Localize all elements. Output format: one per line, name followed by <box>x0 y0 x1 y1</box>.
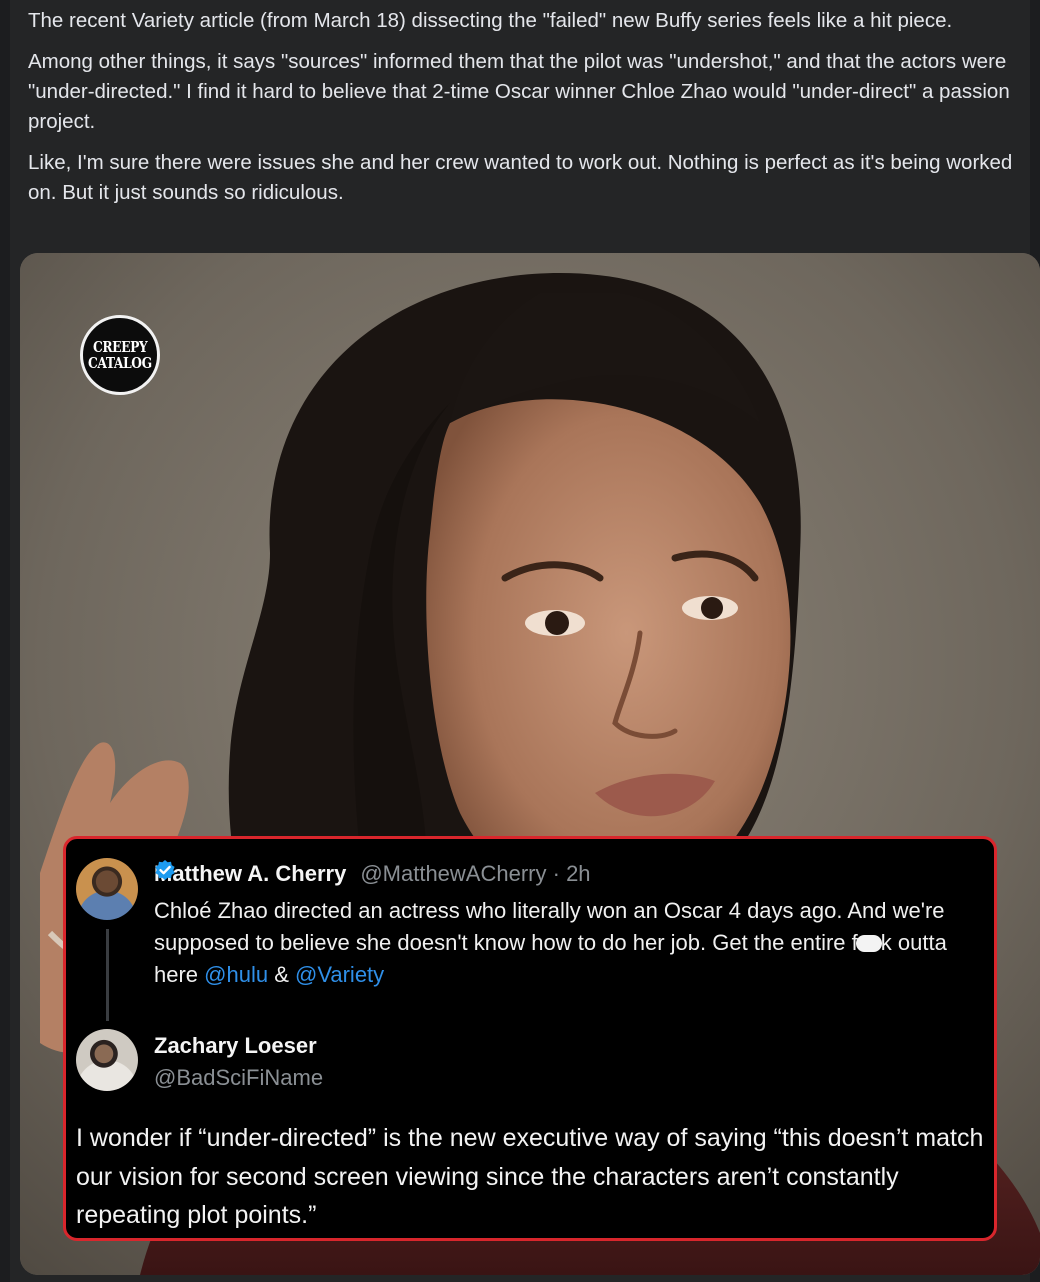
post-paragraph: Like, I'm sure there were issues she and… <box>28 151 1013 204</box>
post-text: The recent Variety article (from March 1… <box>28 6 1018 219</box>
avatar <box>76 1029 138 1091</box>
thread-connector-line <box>106 929 109 1021</box>
tweet-text: I wonder if “under-directed” is the new … <box>76 1124 984 1229</box>
tweet-author-handle: @BadSciFiName <box>154 1065 324 1090</box>
post-card: The recent Variety article (from March 1… <box>10 0 1040 1282</box>
tweet-author-handle: @MatthewACherry <box>360 861 547 886</box>
logo-line: CATALOG <box>88 354 152 372</box>
tweet-text-part: & <box>268 962 295 987</box>
censor-blob <box>855 935 882 952</box>
avatar <box>76 858 138 920</box>
tweet-text-part: Chloé Zhao directed an actress who liter… <box>154 898 945 955</box>
post-photo[interactable]: CREEPY CATALOG Matthew A. Cherry @Matthew… <box>20 253 1040 1275</box>
tweet-header: Matthew A. Cherry @MatthewACherry · 2h <box>154 859 591 889</box>
post-paragraph: Among other things, it says "sources" in… <box>28 50 1010 133</box>
tweet-author-name: Zachary Loeser <box>154 1033 317 1058</box>
tweet-text: Chloé Zhao directed an actress who liter… <box>154 895 994 991</box>
tweet-author-name: Matthew A. Cherry <box>154 861 347 886</box>
logo-line: CREEPY <box>92 338 148 356</box>
mention-link: @hulu <box>204 962 269 987</box>
creepy-catalog-logo: CREEPY CATALOG <box>80 315 160 395</box>
tweet-screenshot: Matthew A. Cherry @MatthewACherry · 2h Ch… <box>63 836 997 1241</box>
mention-link: @Variety <box>295 962 385 987</box>
post-paragraph: The recent Variety article (from March 1… <box>28 9 953 32</box>
tweet-timestamp: · 2h <box>552 861 591 886</box>
